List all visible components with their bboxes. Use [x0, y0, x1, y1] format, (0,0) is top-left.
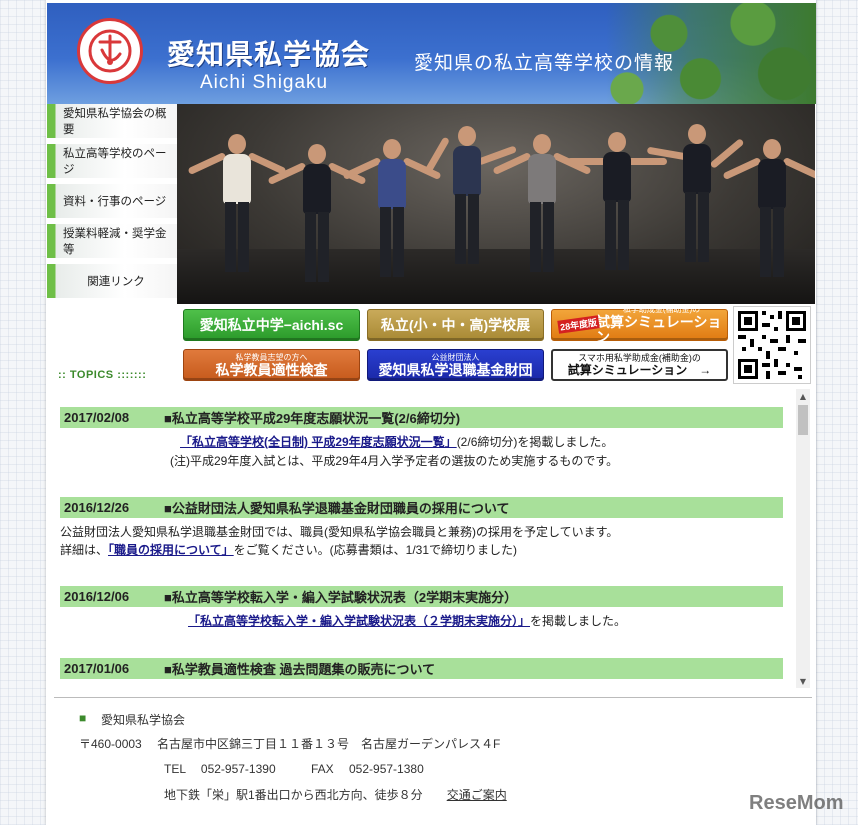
- retirement-fund-banner[interactable]: 公益財団法人 愛知県私学退職基金財団: [367, 349, 544, 381]
- hero-dancer: [267, 144, 367, 284]
- topic-date: 2016/12/06: [64, 589, 130, 604]
- hero-dancer: [187, 134, 287, 274]
- topics-list[interactable]: 2017/02/08 ■私立高等学校平成29年度志願状況一覧(2/6締切分) 「…: [60, 389, 811, 688]
- topic-title: ■私立高等学校平成29年度志願状況一覧(2/6締切分): [164, 411, 461, 426]
- topic-note: (注)平成29年度入試とは、平成29年4月入学予定者の選抜のため実施するものです…: [170, 454, 619, 468]
- footer-tel: TEL 052-957-1390: [164, 762, 276, 776]
- topic-date: 2017/02/08: [64, 410, 130, 425]
- hero-photo: [177, 104, 815, 304]
- topic-link[interactable]: 「私立高等学校転入学・編入学試験状況表（２学期末実施分）」: [188, 614, 530, 628]
- topic-title: ■私立高等学校転入学・編入学試験状況表（2学期末実施分）: [164, 590, 518, 605]
- topic-text: をご覧ください。(応募書類は、1/31で締切りました): [233, 543, 518, 557]
- topics-heading: :: TOPICS :::::::: [58, 369, 147, 381]
- hero-dancer: [423, 126, 517, 296]
- sidebar-item-tuition-scholarship[interactable]: 授業料軽減・奨学金等: [47, 224, 177, 261]
- banner-year-tag: 28年度版: [557, 315, 600, 334]
- qr-code-icon: [738, 311, 806, 379]
- banner-label: 試算シミュレーション →: [567, 362, 712, 377]
- topic-header: 2017/01/06 ■私学教員適性検査 過去問題集の販売について: [60, 658, 783, 679]
- subsidy-simulation-banner[interactable]: 28年度版 私学助成金(補助金)の 試算シミュレーション: [551, 305, 728, 345]
- footer-divider: [54, 697, 812, 698]
- hero-dancer: [567, 132, 667, 282]
- topic-date: 2016/12/26: [64, 500, 130, 515]
- topic-header: 2016/12/06 ■私立高等学校転入学・編入学試験状況表（2学期末実施分）: [60, 586, 783, 607]
- topic-header: 2016/12/26 ■公益財団法人愛知県私学退職基金財団職員の採用について: [60, 497, 783, 518]
- topic-text: (2/6締切分)を掲載しました。: [456, 435, 614, 449]
- topic-text: を掲載しました。: [530, 614, 627, 628]
- sidebar-item-label: 資料・行事のページ: [63, 196, 167, 208]
- topic-title: ■私学教員適性検査 過去問題集の販売について: [164, 662, 436, 677]
- hero-dancer: [646, 124, 745, 284]
- footer-address: 〒460-0003 名古屋市中区錦三丁目１１番１３号 名古屋ガーデンパレス４F: [79, 737, 501, 751]
- topic-link[interactable]: 「職員の採用について」: [108, 543, 234, 557]
- sidebar-item-overview[interactable]: 愛知県私学協会の概要: [47, 104, 177, 141]
- hero-dancer: [492, 134, 592, 284]
- hero-dancer: [722, 139, 815, 289]
- hero-floor: [177, 249, 815, 304]
- scroll-up-icon[interactable]: ▲: [796, 389, 810, 403]
- topics-heading-text: TOPICS: [69, 369, 114, 381]
- footer-access-text: 地下鉄「栄」駅1番出口から西北方向、徒歩８分: [164, 788, 423, 802]
- banner-label: 私学教員適性検査: [215, 361, 328, 378]
- logo-emblem-icon: [88, 29, 132, 73]
- topic-header: 2017/02/08 ■私立高等学校平成29年度志願状況一覧(2/6締切分): [60, 407, 783, 428]
- school-fair-banner[interactable]: 私立(小・中・高)学校展: [367, 309, 544, 341]
- topic-body-line: 詳細は、「職員の採用について」をご覧ください。(応募書類は、1/31で締切りまし…: [60, 541, 517, 558]
- scrollbar-thumb[interactable]: [798, 405, 808, 435]
- qr-code: [733, 306, 811, 384]
- topics-scrollbar[interactable]: ▲ ▼: [796, 389, 810, 688]
- teacher-aptitude-test-banner[interactable]: 私学教員志望の方へ 私学教員適性検査: [183, 349, 360, 381]
- footer-bullet-icon: ■: [79, 711, 87, 725]
- footer-org-name: 愛知県私学協会: [101, 713, 186, 727]
- scroll-down-icon[interactable]: ▼: [796, 674, 810, 688]
- site-tagline: 愛知県の私立高等学校の情報: [414, 53, 675, 74]
- topic-date: 2017/01/06: [64, 661, 130, 676]
- sidebar-item-materials-events[interactable]: 資料・行事のページ: [47, 184, 177, 221]
- footer-access: 地下鉄「栄」駅1番出口から西北方向、徒歩８分 交通ご案内: [164, 786, 507, 803]
- topic-text: 詳細は、: [60, 543, 109, 557]
- topic-body-line: 「私立高等学校(全日制) 平成29年度志願状況一覧」(2/6締切分)を掲載しまし…: [180, 433, 613, 450]
- hero-dancer: [342, 139, 442, 279]
- topic-body-line: 「私立高等学校転入学・編入学試験状況表（２学期末実施分）」を掲載しました。: [188, 612, 626, 629]
- page-container: 愛知県私学協会 Aichi Shigaku 愛知県の私立高等学校の情報 愛知県私…: [46, 0, 816, 825]
- association-logo[interactable]: [77, 18, 143, 84]
- topic-body-line: 公益財団法人愛知県私学退職基金財団では、職員(愛知県私学協会職員と兼務)の採用を…: [60, 525, 619, 539]
- topic-title: ■公益財団法人愛知県私学退職基金財団職員の採用について: [164, 501, 510, 516]
- topic-link[interactable]: 「私立高等学校(全日制) 平成29年度志願状況一覧」: [180, 435, 457, 449]
- site-header: 愛知県私学協会 Aichi Shigaku 愛知県の私立高等学校の情報: [47, 3, 816, 104]
- banner-sublabel: 公益財団法人: [431, 352, 480, 362]
- banner-label: 私立(小・中・高)学校展: [380, 316, 531, 333]
- banner-label: 愛知県私学退職基金財団: [378, 361, 533, 378]
- resemom-watermark: ReseMom: [749, 792, 844, 814]
- sidebar-item-label: 授業料軽減・奨学金等: [63, 228, 167, 256]
- banner-label: 愛知私立中学−aichi.sc: [199, 316, 344, 333]
- sidebar-item-private-high-schools[interactable]: 私立高等学校のページ: [47, 144, 177, 181]
- footer-fax: FAX 052-957-1380: [311, 762, 424, 776]
- sidebar-item-label: 私立高等学校のページ: [63, 148, 167, 176]
- sidebar-item-label: 関連リンク: [87, 276, 145, 288]
- banner-sublabel: スマホ用私学助成金(補助金)の: [578, 352, 701, 363]
- sidebar-item-related-links[interactable]: 関連リンク: [47, 264, 177, 301]
- sidebar-item-label: 愛知県私学協会の概要: [63, 108, 167, 136]
- banner-sublabel: 私学教員志望の方へ: [235, 352, 308, 362]
- site-title-english: Aichi Shigaku: [200, 72, 329, 93]
- aichi-sc-banner[interactable]: 愛知私立中学−aichi.sc: [183, 309, 360, 341]
- mobile-simulation-banner[interactable]: スマホ用私学助成金(補助金)の 試算シミュレーション →: [551, 349, 728, 381]
- access-guide-link[interactable]: 交通ご案内: [447, 788, 507, 802]
- sidebar-nav: 愛知県私学協会の概要 私立高等学校のページ 資料・行事のページ 授業料軽減・奨学…: [47, 104, 177, 304]
- site-title: 愛知県私学協会: [167, 39, 371, 70]
- banner-label: 試算シミュレーション: [596, 314, 722, 345]
